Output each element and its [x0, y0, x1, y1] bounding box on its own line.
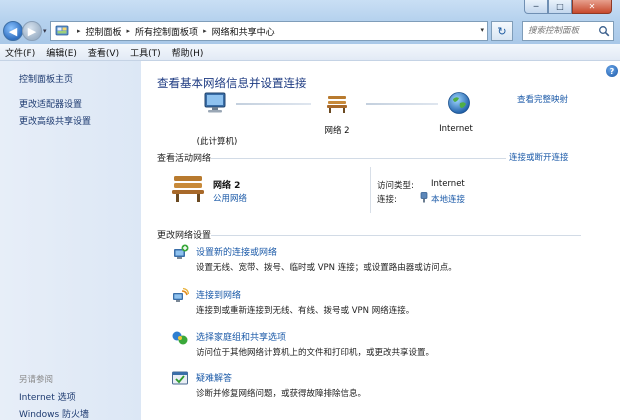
- troubleshoot-link[interactable]: 疑难解答: [196, 371, 232, 384]
- search-icon[interactable]: [598, 25, 610, 37]
- breadcrumb-separator: ▸: [126, 27, 131, 35]
- connect-to-network-desc: 连接到或重新连接到无线、有线、拨号或 VPN 网络连接。: [196, 306, 415, 316]
- new-connection-icon: [174, 244, 189, 259]
- breadcrumb-all-items[interactable]: 所有控制面板项: [135, 25, 198, 38]
- access-type-label: 访问类型:: [377, 181, 414, 191]
- address-dropdown[interactable]: ▾: [480, 26, 484, 34]
- refresh-button[interactable]: ↻: [491, 21, 513, 41]
- active-network-name: 网络 2: [213, 181, 241, 191]
- network-type-link[interactable]: 公用网络: [213, 192, 247, 204]
- forward-button[interactable]: ▶: [22, 21, 42, 41]
- ethernet-icon: [420, 192, 428, 203]
- view-full-map-link[interactable]: 查看完整映射: [517, 93, 568, 105]
- computer-icon: [204, 92, 226, 113]
- see-also-heading: 另请参阅: [19, 375, 54, 385]
- search-box[interactable]: [522, 21, 614, 41]
- menu-help[interactable]: 帮助(H): [172, 46, 204, 59]
- computer-label: (此计算机): [196, 137, 238, 147]
- access-type-value: Internet: [431, 179, 465, 189]
- connection-label: 连接:: [377, 195, 397, 205]
- homegroup-sharing-link[interactable]: 选择家庭组和共享选项: [196, 330, 286, 343]
- vertical-divider: [370, 167, 371, 213]
- homegroup-icon: [172, 331, 188, 345]
- map-connection-line: [366, 103, 438, 105]
- menu-tools[interactable]: 工具(T): [130, 46, 161, 59]
- window-controls: ─ □ ✕: [524, 0, 612, 14]
- section-divider: [211, 158, 506, 159]
- internet-options-link[interactable]: Internet 选项: [19, 390, 76, 403]
- connect-to-network-link[interactable]: 连接到网络: [196, 288, 241, 301]
- menu-edit[interactable]: 编辑(E): [46, 46, 77, 59]
- network-bench-icon: [327, 96, 347, 113]
- map-connection-line: [236, 103, 311, 105]
- page-title: 查看基本网络信息并设置连接: [157, 76, 307, 90]
- network-bench-icon: [172, 176, 204, 202]
- breadcrumb: ▸ 控制面板 ▸ 所有控制面板项 ▸ 网络和共享中心: [72, 25, 275, 38]
- change-advanced-sharing-link[interactable]: 更改高级共享设置: [19, 114, 91, 127]
- setup-connection-desc: 设置无线、宽带、拨号、临时或 VPN 连接；或设置路由器或访问点。: [196, 263, 457, 273]
- main-content: ? 查看基本网络信息并设置连接 查看完整映射 (此计算机) 网络 2 Inter…: [141, 61, 620, 420]
- minimize-button[interactable]: ─: [524, 0, 548, 14]
- active-networks-heading: 查看活动网络: [157, 154, 212, 164]
- section-divider: [211, 235, 581, 236]
- network-label: 网络 2: [324, 126, 350, 136]
- change-settings-heading: 更改网络设置: [157, 231, 212, 241]
- local-connection-link[interactable]: 本地连接: [431, 193, 465, 205]
- title-bar: ─ □ ✕ ◀ ▶ ▾ ▸ 控制面板 ▸ 所有控制面板项 ▸ 网络和共享中心 ▾…: [0, 0, 620, 44]
- breadcrumb-network-center[interactable]: 网络和共享中心: [212, 25, 275, 38]
- breadcrumb-control-panel[interactable]: 控制面板: [86, 25, 122, 38]
- recent-pages-dropdown[interactable]: ▾: [43, 27, 47, 35]
- left-panel: 控制面板主页 更改适配器设置 更改高级共享设置 另请参阅 Internet 选项…: [0, 61, 141, 420]
- address-bar[interactable]: ▸ 控制面板 ▸ 所有控制面板项 ▸ 网络和共享中心 ▾: [50, 21, 488, 41]
- troubleshoot-desc: 诊断并修复网络问题，或获得故障排除信息。: [196, 389, 367, 399]
- troubleshoot-icon: [172, 371, 188, 385]
- menu-view[interactable]: 查看(V): [88, 46, 119, 59]
- setup-connection-link[interactable]: 设置新的连接或网络: [196, 245, 277, 258]
- help-icon[interactable]: ?: [606, 65, 618, 77]
- computer-name: [177, 121, 257, 131]
- control-panel-icon: [55, 25, 69, 36]
- windows-firewall-link[interactable]: Windows 防火墙: [19, 407, 89, 420]
- internet-globe-icon: [448, 92, 470, 114]
- internet-label: Internet: [439, 124, 473, 134]
- homegroup-sharing-desc: 访问位于其他网络计算机上的文件和打印机，或更改共享设置。: [196, 348, 435, 358]
- breadcrumb-separator: ▸: [77, 27, 81, 35]
- control-panel-home-link[interactable]: 控制面板主页: [19, 72, 73, 85]
- breadcrumb-separator: ▸: [203, 27, 207, 35]
- menu-bar: 文件(F) 编辑(E) 查看(V) 工具(T) 帮助(H): [0, 44, 620, 61]
- change-adapter-settings-link[interactable]: 更改适配器设置: [19, 97, 82, 110]
- menu-file[interactable]: 文件(F): [5, 46, 35, 59]
- back-button[interactable]: ◀: [3, 21, 23, 41]
- maximize-button[interactable]: □: [548, 0, 572, 14]
- connect-disconnect-link[interactable]: 连接或断开连接: [509, 151, 569, 163]
- close-button[interactable]: ✕: [572, 0, 612, 14]
- connect-network-icon: [173, 287, 189, 302]
- search-input[interactable]: [523, 22, 595, 40]
